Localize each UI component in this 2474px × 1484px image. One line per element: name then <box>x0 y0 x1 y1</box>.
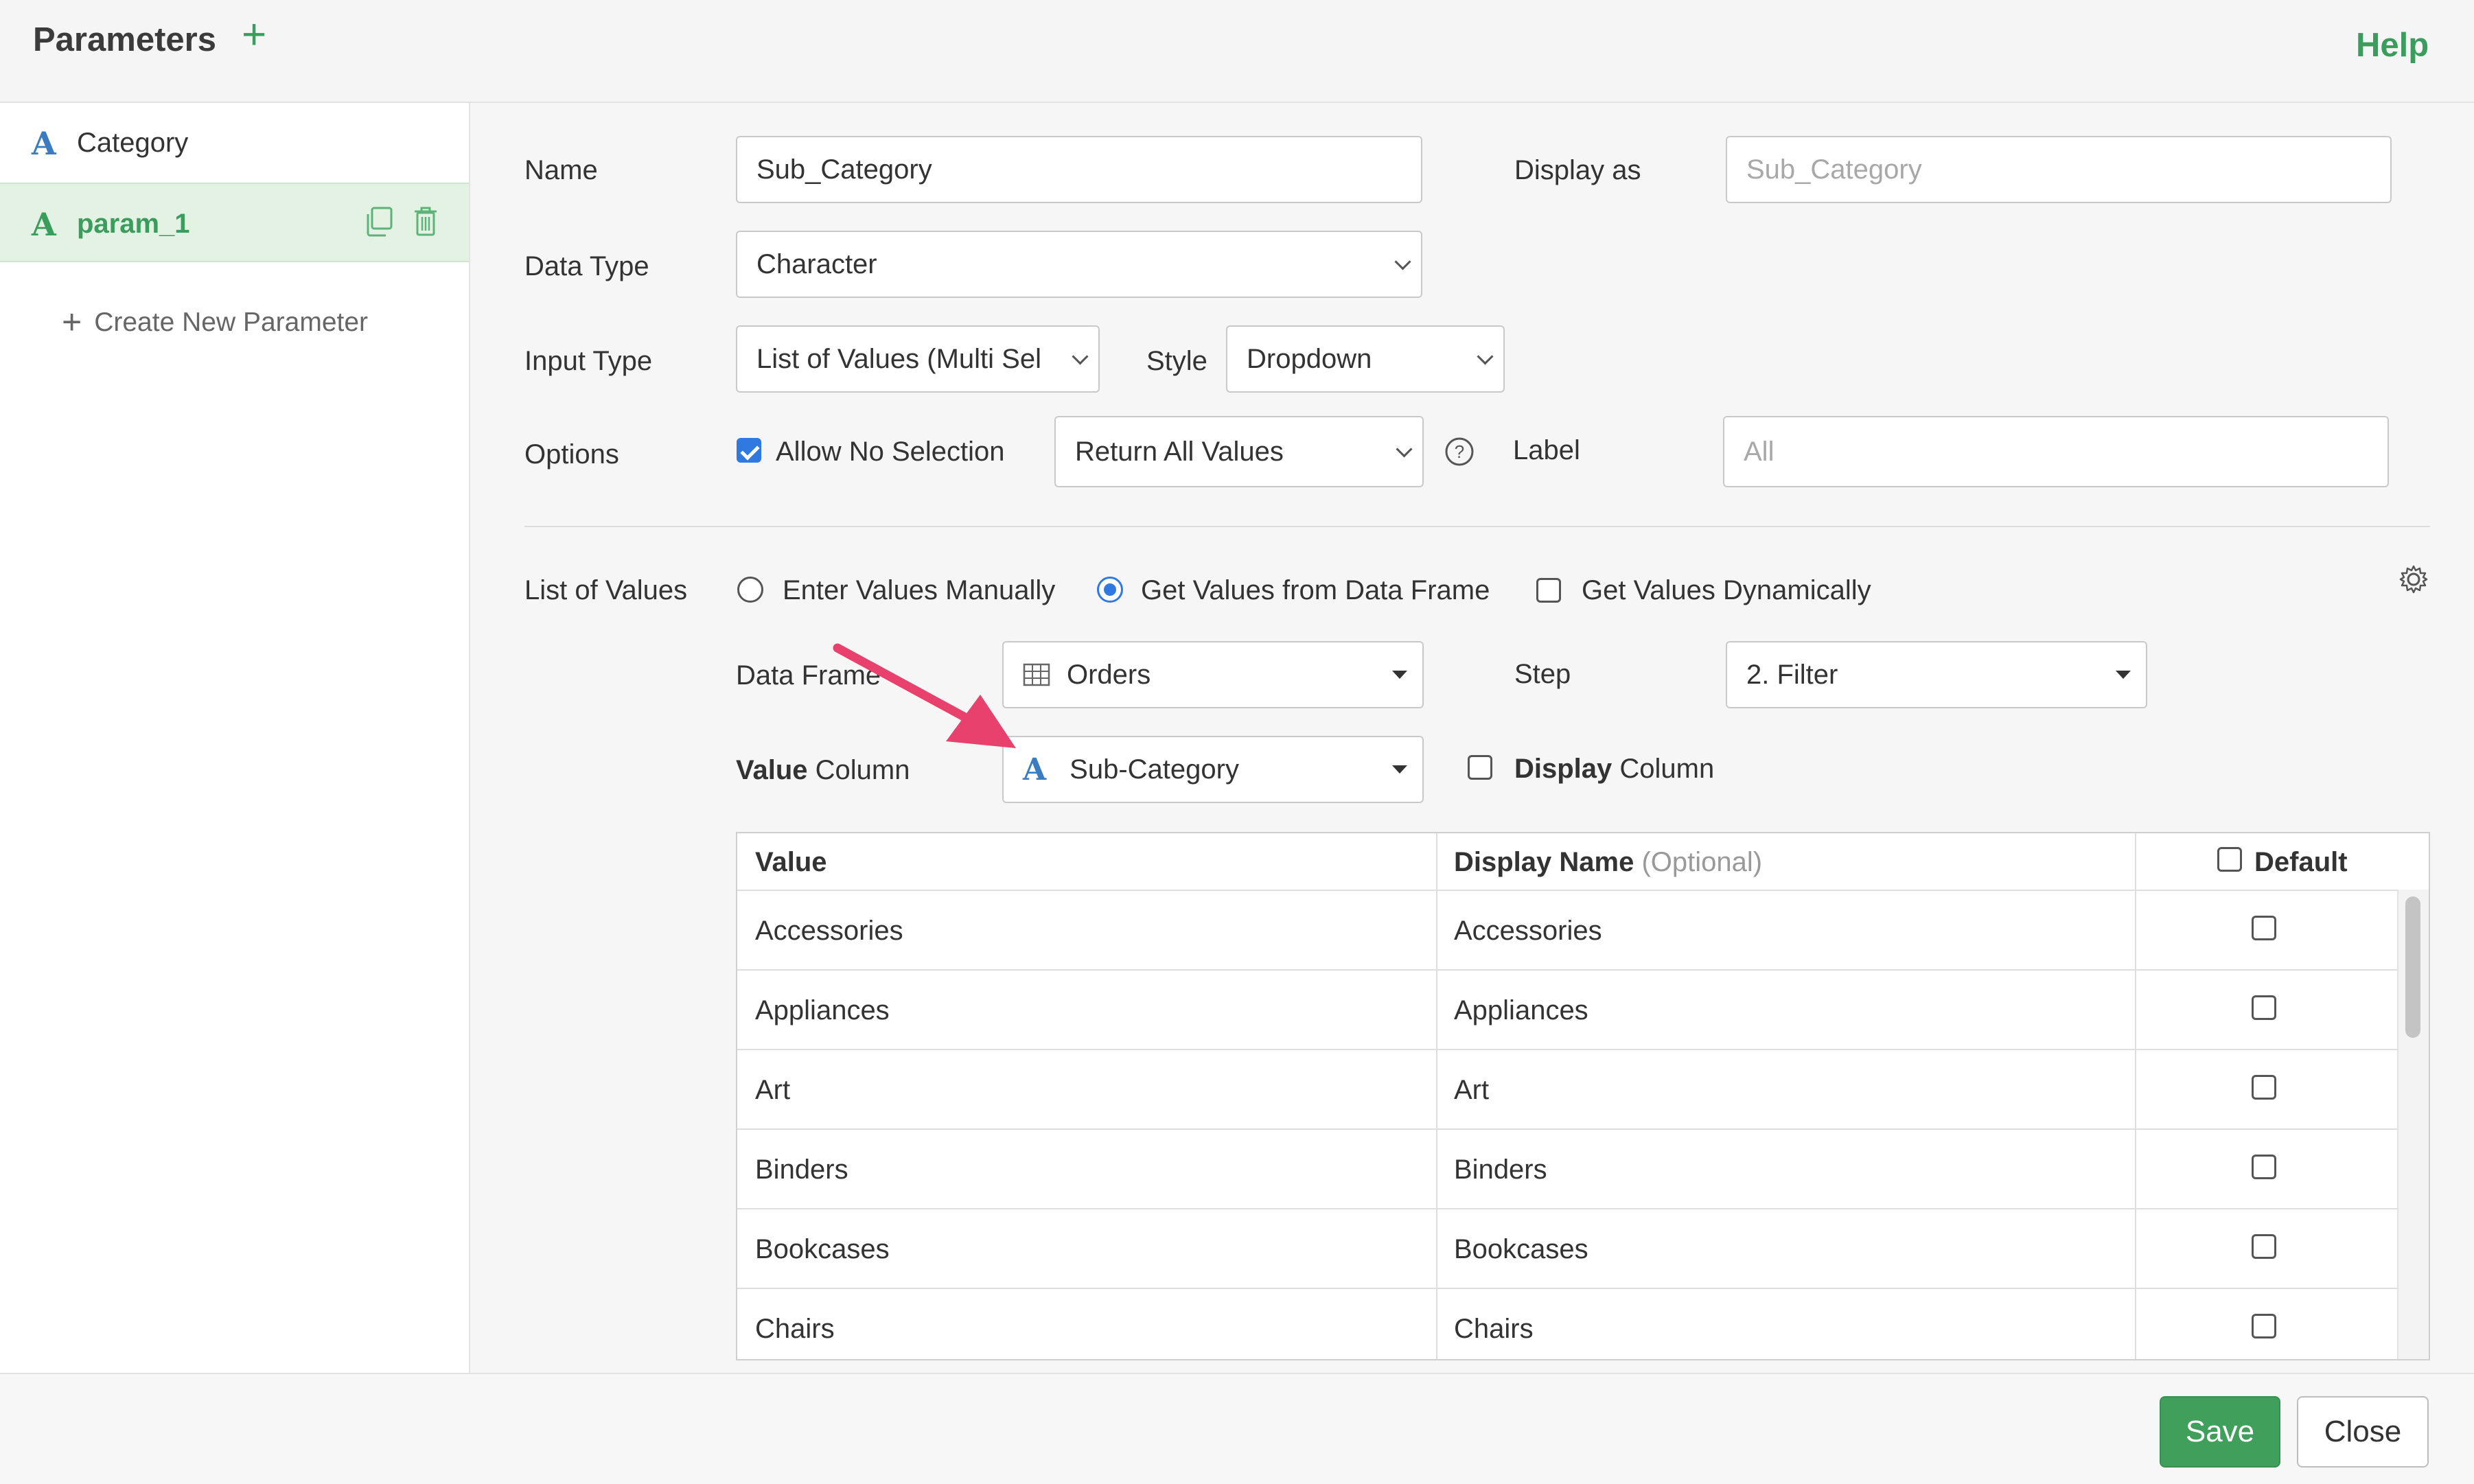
default-checkbox[interactable] <box>2252 1234 2276 1259</box>
data-frame-select[interactable]: Orders <box>1002 641 1424 708</box>
values-table: Value Display Name (Optional) Default Ac… <box>736 832 2430 1360</box>
list-of-values-label: List of Values <box>524 575 688 605</box>
get-values-dynamically-checkbox[interactable] <box>1536 578 1561 603</box>
input-type-select[interactable]: List of Values (Multi Sel <box>736 325 1100 393</box>
input-type-label: Input Type <box>524 346 653 376</box>
help-link[interactable]: Help <box>2356 26 2429 65</box>
default-checkbox[interactable] <box>2252 1075 2276 1100</box>
table-row[interactable]: Chairs Chairs <box>737 1288 2429 1359</box>
step-label: Step <box>1514 659 1571 689</box>
chevron-down-icon <box>1477 348 1494 365</box>
display-column-checkbox[interactable] <box>1468 755 1492 780</box>
options-label: Options <box>524 439 619 469</box>
plus-icon: + <box>62 303 82 341</box>
value-cell: Appliances <box>755 995 890 1025</box>
display-column-label: Display Column <box>1514 754 1715 784</box>
enter-values-manually-label: Enter Values Manually <box>783 575 1056 605</box>
value-cell: Art <box>755 1075 791 1105</box>
character-type-icon: A <box>32 206 56 243</box>
name-label: Name <box>524 155 598 185</box>
caret-down-icon <box>1392 671 1407 679</box>
display-name-cell[interactable]: Chairs <box>1454 1314 1534 1345</box>
parameter-sidebar: A Category A param_1 + Create New Paramet… <box>0 103 470 1373</box>
annotation-arrow <box>833 643 1016 748</box>
default-checkbox[interactable] <box>2252 1314 2276 1338</box>
value-cell: Chairs <box>755 1314 835 1344</box>
table-row[interactable]: Art Art <box>737 1049 2429 1130</box>
value-cell: Bookcases <box>755 1234 890 1264</box>
caret-down-icon <box>2116 671 2131 679</box>
help-question-icon[interactable]: ? <box>1444 437 1475 467</box>
name-input[interactable]: Sub_Category <box>736 136 1422 203</box>
default-select-all-checkbox[interactable] <box>2217 847 2242 872</box>
label-input[interactable]: All <box>1723 416 2389 487</box>
caret-down-icon <box>1392 765 1407 774</box>
value-cell: Binders <box>755 1155 848 1185</box>
chevron-down-icon <box>1396 441 1413 458</box>
sidebar-item-label: param_1 <box>77 209 190 239</box>
display-name-cell[interactable]: Binders <box>1454 1155 1547 1185</box>
column-header-display-name: Display Name (Optional) <box>1454 847 1763 877</box>
value-column-select[interactable]: A Sub-Category <box>1002 736 1424 803</box>
table-scrollbar-thumb[interactable] <box>2405 896 2420 1038</box>
display-name-cell[interactable]: Art <box>1454 1075 1489 1106</box>
sidebar-item-label: Category <box>77 128 189 158</box>
table-row[interactable]: Binders Binders <box>737 1128 2429 1209</box>
enter-values-manually-radio[interactable] <box>737 577 763 603</box>
sidebar-item-category[interactable]: A Category <box>0 103 469 183</box>
get-values-from-data-frame-label: Get Values from Data Frame <box>1141 575 1490 605</box>
table-scrollbar-track[interactable] <box>2397 890 2429 1359</box>
chevron-down-icon <box>1072 348 1089 365</box>
style-label: Style <box>1146 346 1207 376</box>
get-values-dynamically-label: Get Values Dynamically <box>1582 575 1871 605</box>
default-checkbox[interactable] <box>2252 995 2276 1020</box>
table-row[interactable]: Bookcases Bookcases <box>737 1208 2429 1289</box>
style-select[interactable]: Dropdown <box>1226 325 1505 393</box>
sidebar-item-param-1[interactable]: A param_1 <box>0 183 469 262</box>
display-name-cell[interactable]: Bookcases <box>1454 1234 1588 1265</box>
default-checkbox[interactable] <box>2252 916 2276 940</box>
column-header-default: Default <box>2254 847 2348 877</box>
display-as-label: Display as <box>1514 155 1641 185</box>
dialog-title: Parameters <box>33 21 216 58</box>
allow-no-selection-label: Allow No Selection <box>776 437 1005 467</box>
svg-text:?: ? <box>1455 441 1464 462</box>
dialog-footer <box>0 1373 2474 1484</box>
dialog-header: Parameters + Help <box>0 0 2474 103</box>
section-divider <box>524 526 2430 527</box>
get-values-from-data-frame-radio[interactable] <box>1097 577 1123 603</box>
display-name-cell[interactable]: Appliances <box>1454 995 1588 1026</box>
data-type-select[interactable]: Character <box>736 231 1422 298</box>
add-parameter-plus-icon[interactable]: + <box>242 14 266 56</box>
table-row[interactable]: Appliances Appliances <box>737 969 2429 1050</box>
save-button[interactable]: Save <box>2160 1396 2280 1468</box>
table-row[interactable]: Accessories Accessories <box>737 890 2429 971</box>
column-header-value: Value <box>755 847 827 877</box>
display-name-cell[interactable]: Accessories <box>1454 916 1602 947</box>
value-cell: Accessories <box>755 916 903 946</box>
default-checkbox[interactable] <box>2252 1155 2276 1179</box>
step-select[interactable]: 2. Filter <box>1726 641 2147 708</box>
display-as-input[interactable]: Sub_Category <box>1726 136 2392 203</box>
create-new-parameter-link[interactable]: + Create New Parameter <box>62 299 368 341</box>
data-type-label: Data Type <box>524 251 649 281</box>
close-button[interactable]: Close <box>2297 1396 2429 1468</box>
allow-no-selection-checkbox[interactable] <box>737 438 761 463</box>
no-selection-behavior-select[interactable]: Return All Values <box>1054 416 1424 487</box>
character-type-icon: A <box>32 125 56 162</box>
trash-icon[interactable] <box>412 205 439 237</box>
chevron-down-icon <box>1394 253 1411 270</box>
gear-icon[interactable] <box>2398 564 2429 594</box>
label-label: Label <box>1513 435 1580 465</box>
copy-icon[interactable] <box>364 206 394 237</box>
